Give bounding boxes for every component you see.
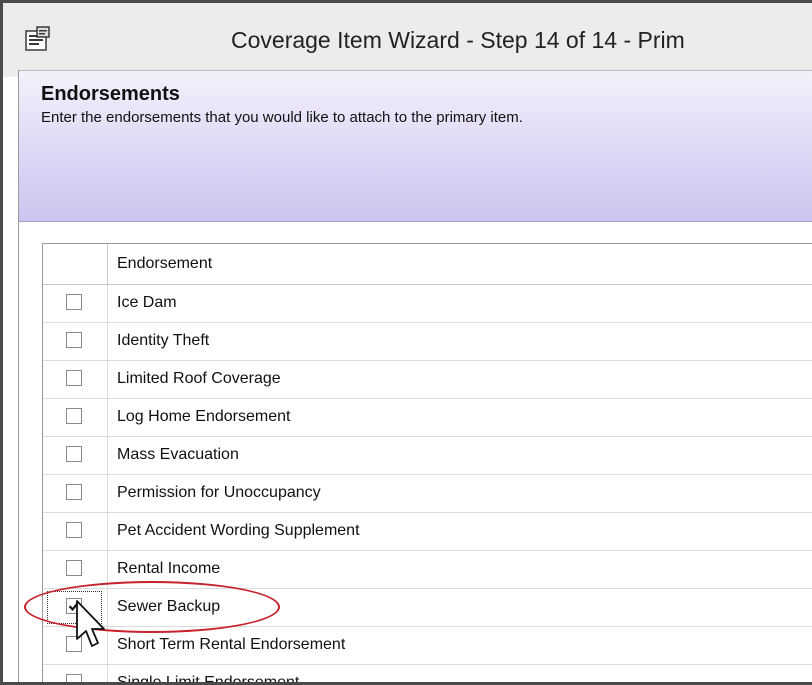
row-checkbox[interactable] (66, 484, 82, 500)
table-row[interactable]: Pet Accident Wording Supplement (43, 513, 812, 551)
table-row[interactable]: Ice Dam (43, 285, 812, 323)
highlight-ellipse (24, 581, 280, 633)
window-title: Coverage Item Wizard - Step 14 of 14 - P… (231, 27, 685, 53)
endorsement-label: Limited Roof Coverage (117, 370, 281, 387)
row-checkbox[interactable] (66, 560, 82, 576)
row-checkbox[interactable] (66, 370, 82, 386)
endorsement-label: Short Term Rental Endorsement (117, 636, 346, 653)
properties-icon (23, 25, 53, 53)
endorsement-label: Rental Income (117, 560, 221, 577)
endorsement-label: Log Home Endorsement (117, 408, 291, 425)
title-bar[interactable]: Coverage Item Wizard - Step 14 of 14 - P… (3, 3, 812, 77)
endorsement-label: Pet Accident Wording Supplement (117, 522, 360, 539)
table-row[interactable]: Identity Theft (43, 323, 812, 361)
row-checkbox[interactable] (66, 294, 82, 310)
wizard-header-banner: Endorsements Enter the endorsements that… (19, 71, 812, 221)
screenshot-border-left (0, 0, 3, 685)
mouse-cursor-icon (76, 600, 105, 647)
column-header-endorsement[interactable]: Endorsement (117, 255, 212, 273)
row-checkbox[interactable] (66, 332, 82, 348)
row-checkbox[interactable] (66, 446, 82, 462)
page-title: Endorsements (41, 83, 180, 105)
row-checkbox[interactable] (66, 522, 82, 538)
endorsement-label: Permission for Unoccupancy (117, 484, 321, 501)
page-subtitle: Enter the endorsements that you would li… (41, 109, 523, 126)
header-checkbox-column[interactable] (43, 244, 108, 284)
endorsement-label: Ice Dam (117, 294, 177, 311)
table-row[interactable]: Log Home Endorsement (43, 399, 812, 437)
table-row[interactable]: Limited Roof Coverage (43, 361, 812, 399)
banner-divider (19, 221, 812, 222)
table-row[interactable]: Permission for Unoccupancy (43, 475, 812, 513)
endorsement-label: Identity Theft (117, 332, 210, 349)
table-row[interactable]: Single Limit Endorsement (43, 665, 812, 683)
endorsement-label: Mass Evacuation (117, 446, 239, 463)
row-checkbox[interactable] (66, 408, 82, 424)
grid-header: Endorsement (43, 244, 812, 285)
table-row[interactable]: Mass Evacuation (43, 437, 812, 475)
